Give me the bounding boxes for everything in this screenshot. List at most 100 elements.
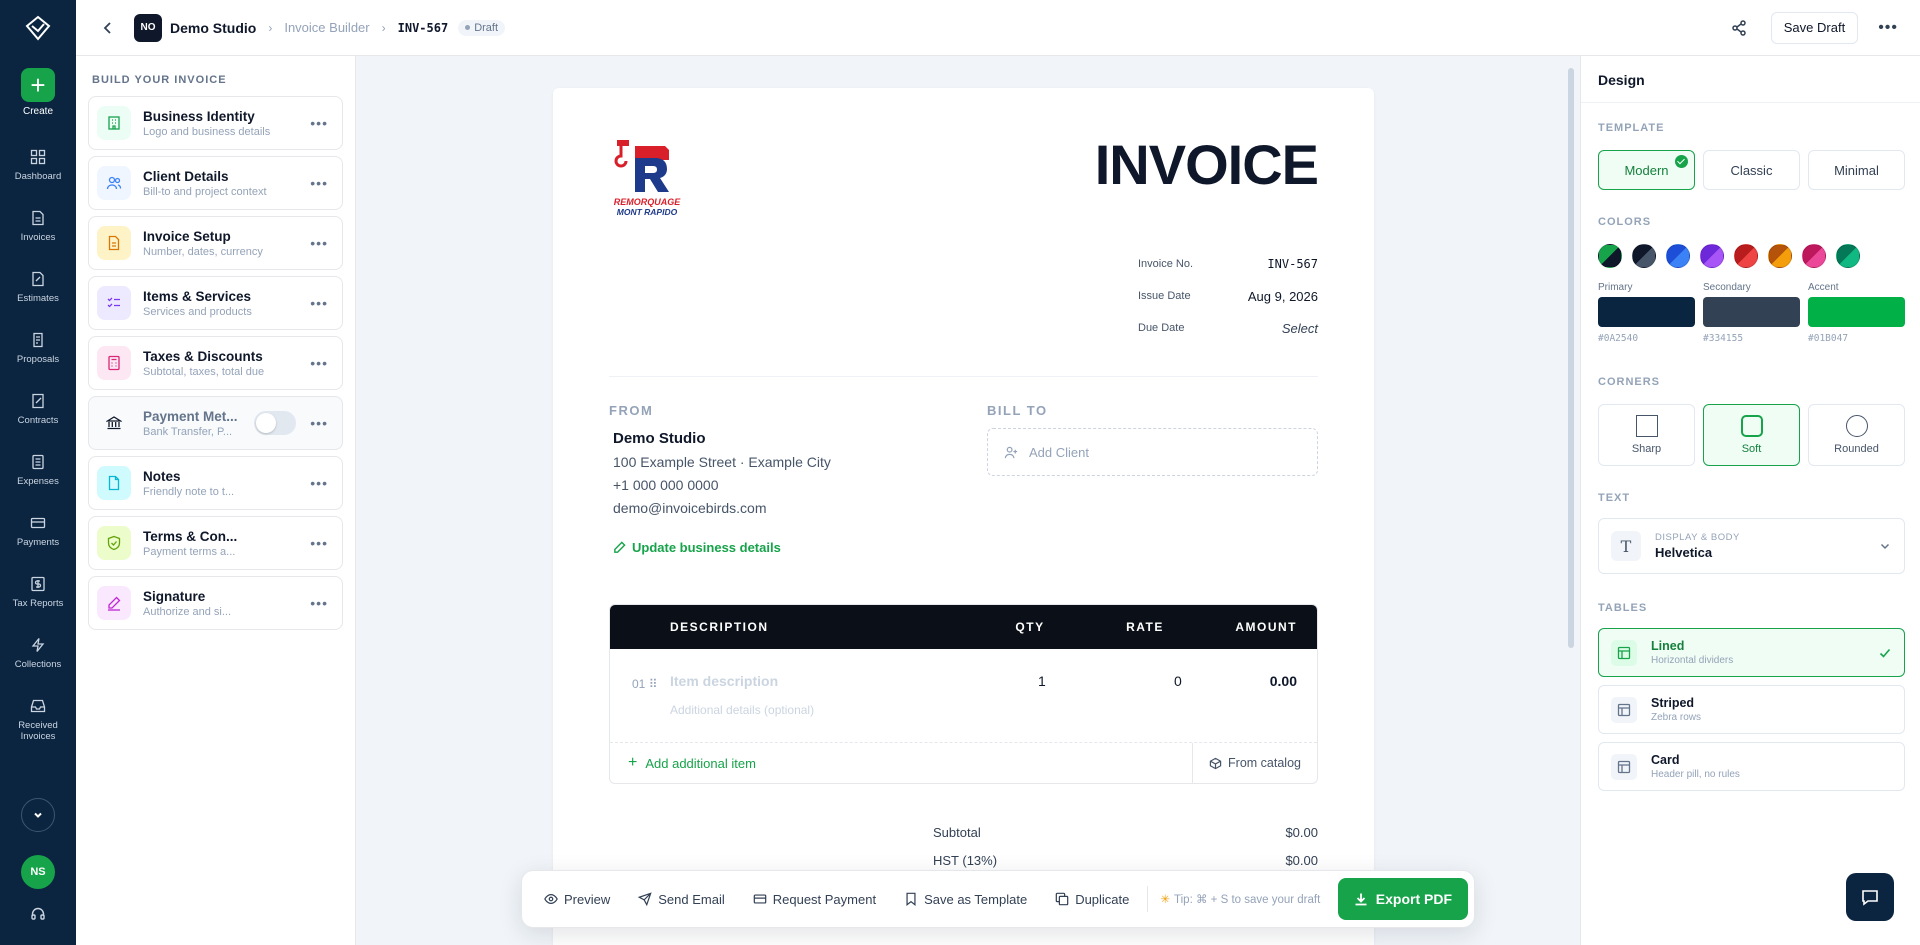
- export-pdf-button[interactable]: Export PDF: [1337, 878, 1468, 920]
- template-classic[interactable]: Classic: [1703, 150, 1800, 190]
- add-client-button[interactable]: Add Client: [987, 428, 1318, 476]
- build-item-client-details[interactable]: Client Details Bill-to and project contex…: [88, 156, 343, 210]
- template-options: Modern Classic Minimal: [1598, 150, 1905, 190]
- bi-icon-wrap: [97, 226, 131, 260]
- item-description-input[interactable]: Item description: [670, 673, 778, 689]
- table-style-lined[interactable]: Lined Horizontal dividers: [1598, 628, 1905, 677]
- duplicate-button[interactable]: Duplicate: [1055, 892, 1129, 907]
- back-button[interactable]: [98, 18, 118, 38]
- color-swatch-3[interactable]: [1666, 244, 1690, 268]
- font-select[interactable]: T DISPLAY & BODY Helvetica: [1598, 518, 1905, 574]
- payment-methods-toggle[interactable]: [254, 411, 297, 435]
- row-number[interactable]: 01 ⠿: [632, 677, 657, 691]
- more-options-icon[interactable]: •••: [304, 475, 334, 491]
- save-template-button[interactable]: Save as Template: [904, 892, 1027, 907]
- add-client-label: Add Client: [1029, 444, 1089, 460]
- accent-color-fill[interactable]: [1808, 297, 1905, 327]
- item-details-input[interactable]: Additional details (optional): [670, 703, 814, 717]
- color-swatch-5[interactable]: [1734, 244, 1758, 268]
- share-icon[interactable]: [1729, 18, 1749, 38]
- build-item-invoice-setup[interactable]: Invoice Setup Number, dates, currency •••: [88, 216, 343, 270]
- canvas-scrollbar[interactable]: [1568, 68, 1574, 938]
- more-options-icon[interactable]: •••: [304, 415, 334, 431]
- color-swatch-6[interactable]: [1768, 244, 1792, 268]
- proposal-icon: [33, 332, 43, 348]
- more-options-icon[interactable]: •••: [304, 355, 334, 371]
- rail-item-dashboard[interactable]: Dashboard: [3, 149, 73, 182]
- build-item-terms[interactable]: Terms & Con... Payment terms a... •••: [88, 516, 343, 570]
- table-style-striped[interactable]: Striped Zebra rows: [1598, 685, 1905, 734]
- template-modern[interactable]: Modern: [1598, 150, 1695, 190]
- send-email-button[interactable]: Send Email: [638, 892, 725, 907]
- save-draft-button[interactable]: Save Draft: [1770, 11, 1859, 44]
- rail-item-contracts[interactable]: Contracts: [3, 393, 73, 426]
- headset-icon[interactable]: [30, 906, 46, 922]
- rail-item-proposals[interactable]: Proposals: [3, 332, 73, 365]
- build-item-business-identity[interactable]: Business Identity Logo and business detai…: [88, 96, 343, 150]
- build-item-payment-methods[interactable]: Payment Met... Bank Transfer, P... •••: [88, 396, 343, 450]
- rail-item-received-invoices[interactable]: Received Invoices: [3, 698, 73, 742]
- corner-soft[interactable]: Soft: [1703, 404, 1800, 466]
- request-payment-button[interactable]: Request Payment: [753, 892, 876, 907]
- table-style-card[interactable]: Card Header pill, no rules: [1598, 742, 1905, 791]
- more-options-icon[interactable]: •••: [304, 175, 334, 191]
- create-button[interactable]: +: [21, 68, 55, 102]
- item-rate-input[interactable]: 0: [1174, 673, 1182, 689]
- bill-to-label: BILL TO: [987, 403, 1048, 418]
- template-minimal[interactable]: Minimal: [1808, 150, 1905, 190]
- chat-support-button[interactable]: [1846, 873, 1894, 921]
- primary-color-fill[interactable]: [1598, 297, 1695, 327]
- app-logo-icon[interactable]: [24, 14, 52, 42]
- rail-item-label: Payments: [16, 537, 60, 548]
- due-date-select[interactable]: Select: [1282, 321, 1318, 336]
- corner-rounded[interactable]: Rounded: [1808, 404, 1905, 466]
- build-item-notes[interactable]: Notes Friendly note to t... •••: [88, 456, 343, 510]
- primary-color[interactable]: Primary #0A2540: [1598, 282, 1695, 344]
- rail-expand-button[interactable]: [21, 798, 55, 832]
- color-swatch-2[interactable]: [1632, 244, 1656, 268]
- add-item-button[interactable]: + Add additional item: [628, 754, 756, 772]
- rail-item-tax-reports[interactable]: Tax Reports: [3, 576, 73, 609]
- color-hex: #334155: [1703, 333, 1744, 344]
- rail-item-estimates[interactable]: Estimates: [3, 271, 73, 304]
- more-options-icon[interactable]: •••: [304, 535, 334, 551]
- secondary-color[interactable]: Secondary #334155: [1703, 282, 1800, 344]
- build-item-items-services[interactable]: Items & Services Services and products ••…: [88, 276, 343, 330]
- update-business-link[interactable]: Update business details: [613, 540, 781, 555]
- breadcrumb-org[interactable]: Demo Studio: [170, 20, 256, 36]
- more-options-icon[interactable]: •••: [304, 595, 334, 611]
- tip-text: Tip: ⌘ + S to save your draft: [1174, 894, 1321, 906]
- table-style-desc: Horizontal dividers: [1651, 655, 1734, 666]
- color-swatch-7[interactable]: [1802, 244, 1826, 268]
- rail-item-collections[interactable]: Collections: [3, 637, 73, 670]
- issue-date-value[interactable]: Aug 9, 2026: [1248, 289, 1318, 304]
- breadcrumb-invoice-builder[interactable]: Invoice Builder: [284, 20, 369, 35]
- table-footer: + Add additional item From catalog: [610, 743, 1317, 783]
- more-options-icon[interactable]: •••: [304, 295, 334, 311]
- more-options-icon[interactable]: •••: [304, 235, 334, 251]
- scroll-thumb[interactable]: [1568, 68, 1574, 648]
- build-item-signature[interactable]: Signature Authorize and si... •••: [88, 576, 343, 630]
- more-options-icon[interactable]: •••: [1878, 19, 1898, 37]
- item-qty-input[interactable]: 1: [1038, 673, 1046, 689]
- invoice-number-value[interactable]: INV-567: [1267, 257, 1318, 271]
- accent-color[interactable]: Accent #01B047: [1808, 282, 1905, 344]
- from-name: Demo Studio: [613, 430, 706, 447]
- from-catalog-button[interactable]: From catalog: [1192, 743, 1317, 783]
- more-options-icon[interactable]: •••: [304, 115, 334, 131]
- plus-icon: +: [628, 754, 638, 771]
- color-swatch-1[interactable]: [1598, 244, 1622, 268]
- rail-item-payments[interactable]: Payments: [3, 515, 73, 548]
- rail-item-invoices[interactable]: Invoices: [3, 210, 73, 243]
- user-avatar[interactable]: NS: [21, 855, 55, 889]
- color-swatch-4[interactable]: [1700, 244, 1724, 268]
- business-logo[interactable]: REMORQUAGE MONT RAPIDO: [611, 136, 683, 220]
- build-item-taxes-discounts[interactable]: Taxes & Discounts Subtotal, taxes, total …: [88, 336, 343, 390]
- color-swatch-8[interactable]: [1836, 244, 1860, 268]
- preview-button[interactable]: Preview: [544, 892, 610, 907]
- rail-item-expenses[interactable]: Expenses: [3, 454, 73, 487]
- rail-item-label: Dashboard: [14, 171, 62, 182]
- secondary-color-fill[interactable]: [1703, 297, 1800, 327]
- corner-sharp[interactable]: Sharp: [1598, 404, 1695, 466]
- table-style-name: Card: [1651, 753, 1680, 767]
